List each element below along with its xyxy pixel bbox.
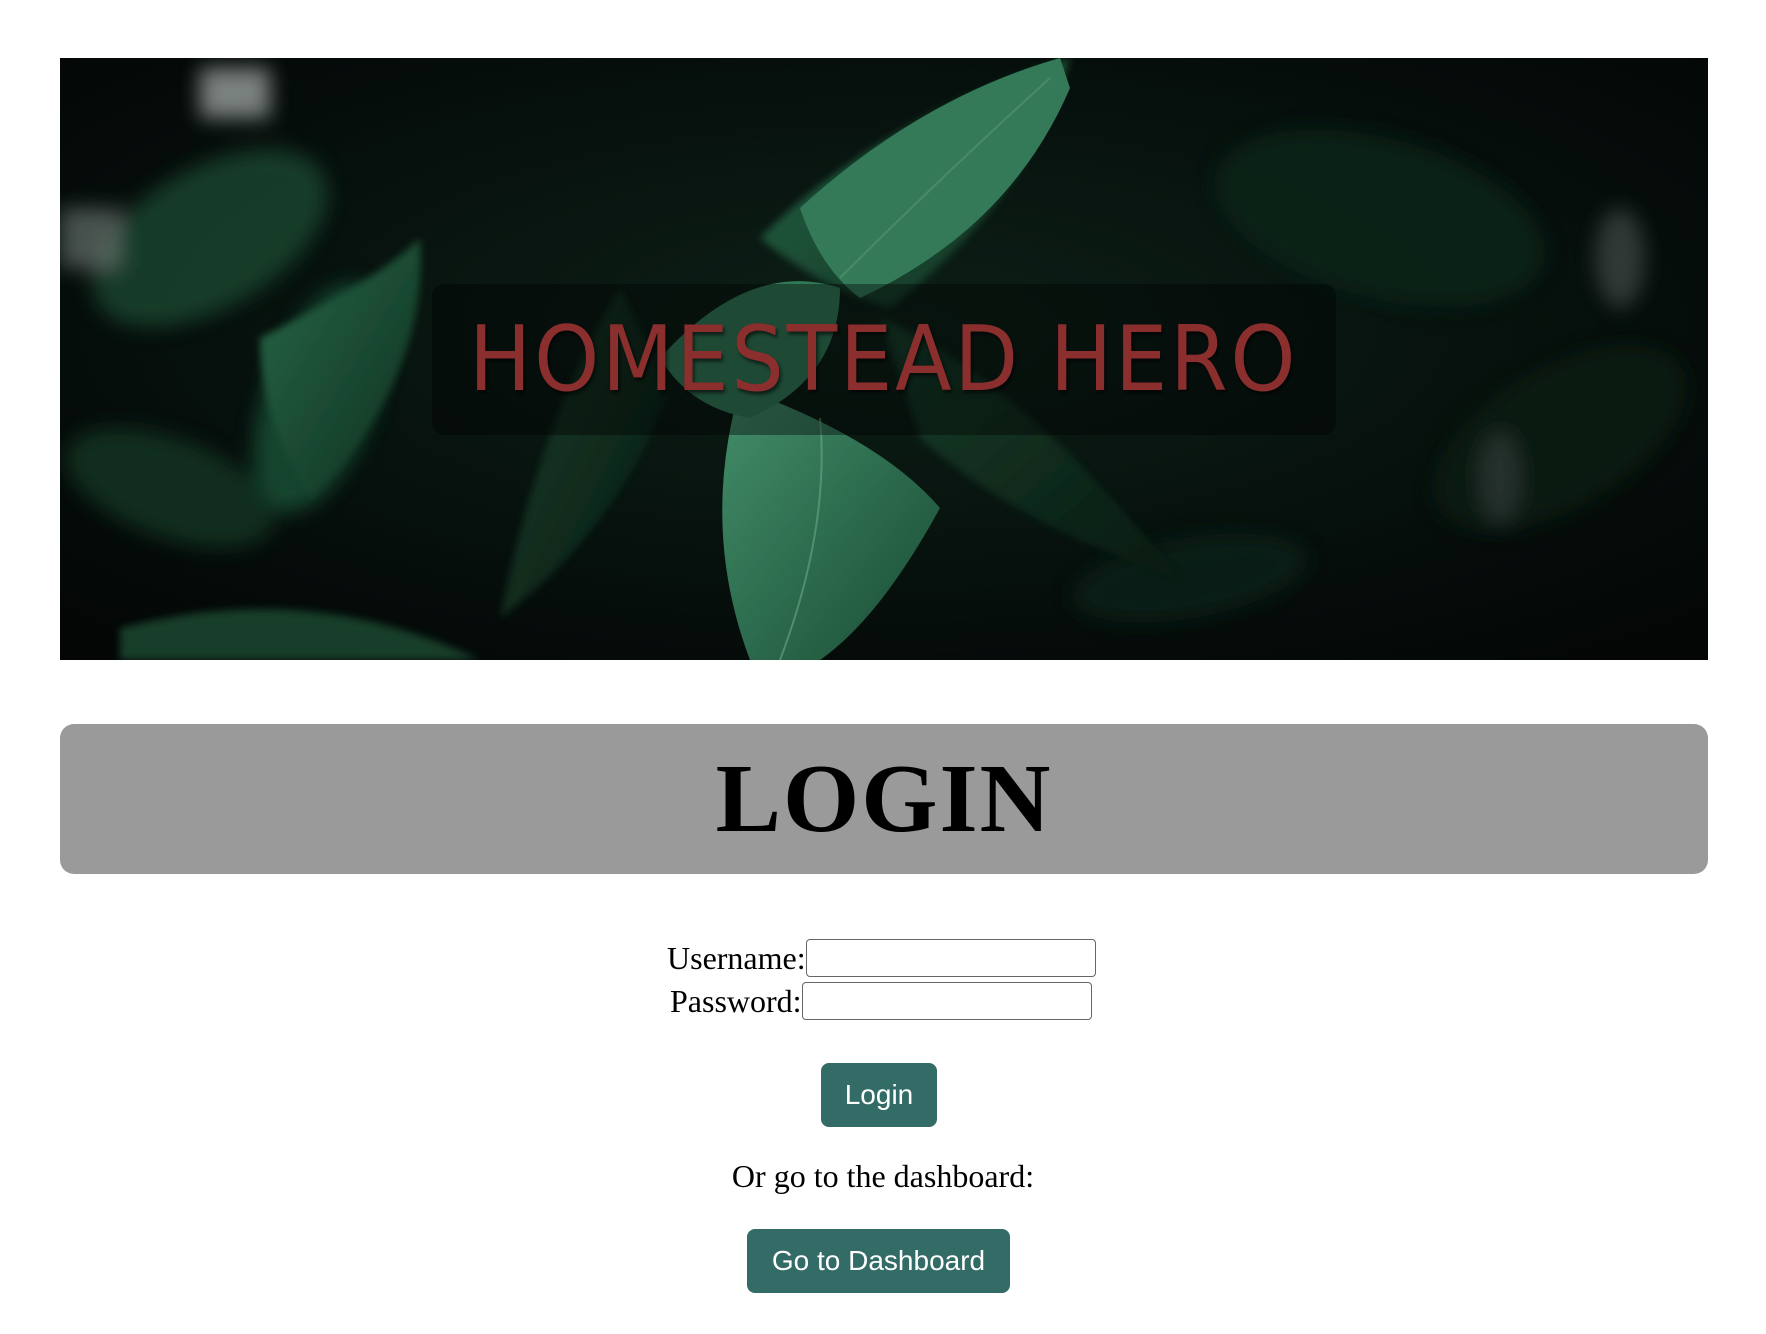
password-row: Password: [670, 982, 1092, 1020]
hero-title-box: HOMESTEAD HERO [432, 284, 1336, 435]
password-input[interactable] [801, 982, 1092, 1020]
dashboard-prompt: Or go to the dashboard: [731, 1158, 1035, 1194]
hero-title: HOMESTEAD HERO [469, 307, 1299, 412]
login-heading: LOGIN [715, 745, 1053, 853]
username-input[interactable] [805, 939, 1096, 977]
login-banner: LOGIN [60, 724, 1708, 874]
username-label: Username: [667, 939, 806, 976]
go-to-dashboard-button[interactable]: Go to Dashboard [747, 1229, 1010, 1293]
login-button[interactable]: Login [821, 1063, 937, 1127]
password-label: Password: [670, 982, 802, 1019]
hero-banner: HOMESTEAD HERO [60, 58, 1708, 660]
username-row: Username: [667, 939, 1096, 977]
